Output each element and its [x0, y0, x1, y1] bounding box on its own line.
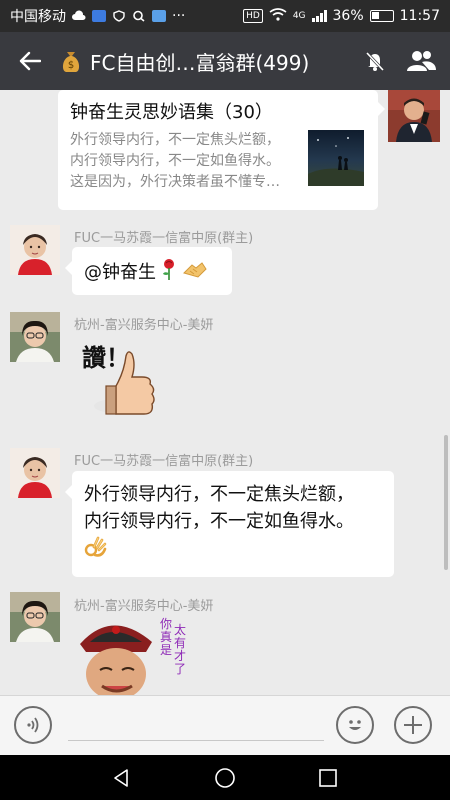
- chat-header: $ FC自由创…富翁群(499): [0, 32, 450, 90]
- rose-emoji-icon: [160, 258, 178, 285]
- handshake-emoji-icon: [182, 259, 208, 284]
- sticker-caption: 你真是: [160, 617, 173, 657]
- chat-scrollbar[interactable]: [444, 435, 448, 570]
- message-bubble[interactable]: @钟奋生: [65, 247, 232, 295]
- money-bag-icon: $: [60, 49, 82, 73]
- triangle-back-icon: [113, 768, 128, 787]
- mute-button[interactable]: [352, 32, 398, 90]
- emoji-button[interactable]: [336, 706, 374, 744]
- network-type-label: 4G: [292, 11, 306, 21]
- svg-text:$: $: [68, 60, 74, 71]
- signal-icon: [311, 10, 327, 22]
- shield-icon: [112, 10, 126, 22]
- message-text: @钟奋生: [84, 262, 156, 283]
- voice-wave-icon: [27, 717, 39, 733]
- battery-icon: [369, 10, 394, 22]
- sender-name: FUC一马苏霞一信富中原(群主): [74, 454, 254, 469]
- ok-hand-emoji-icon: [84, 535, 382, 561]
- mute-bell-icon: [365, 51, 385, 72]
- link-card-thumbnail: [308, 130, 364, 186]
- sender-avatar[interactable]: [10, 225, 60, 275]
- my-avatar[interactable]: [388, 90, 440, 142]
- sender-avatar[interactable]: [10, 448, 60, 498]
- plus-icon: [404, 716, 422, 734]
- link-card-description: 外行领导内行，不一定焦头烂额， 内行领导内行，不一定如鱼得水。 这是因为，外行决…: [70, 130, 295, 193]
- message-input[interactable]: [68, 740, 324, 741]
- nav-back-button[interactable]: [102, 758, 142, 798]
- back-button[interactable]: [0, 32, 60, 90]
- hd-badge: HD: [243, 9, 263, 23]
- gallery-icon: [152, 10, 166, 22]
- circle-home-icon: [215, 767, 235, 788]
- wifi-icon: [269, 7, 287, 25]
- message-list[interactable]: 钟奋生灵思妙语集（30） 外行领导内行，不一定焦头烂额， 内行领导内行，不一定如…: [0, 90, 450, 695]
- input-bar: [0, 695, 450, 755]
- group-members-button[interactable]: [398, 32, 444, 90]
- voice-input-button[interactable]: [14, 706, 52, 744]
- app-notification-icon: [92, 10, 106, 22]
- search-app-icon: [132, 10, 146, 22]
- cloud-icon: [72, 10, 86, 22]
- sticker-caption: 讚！: [82, 343, 130, 372]
- link-card-title: 钟奋生灵思妙语集（30）: [70, 102, 273, 123]
- talented-sticker[interactable]: 你真是 太有才了: [72, 612, 192, 695]
- message-text-line: 内行领导内行，不一定如鱼得水。: [84, 511, 354, 532]
- more-notifications-icon: ···: [172, 8, 186, 24]
- back-arrow-icon: [19, 51, 41, 71]
- more-actions-button[interactable]: [394, 706, 432, 744]
- clock: 11:57: [399, 8, 440, 24]
- chat-title: FC自由创…富翁群(499): [90, 50, 310, 75]
- sender-avatar[interactable]: [10, 592, 60, 642]
- carrier-label: 中国移动: [10, 9, 66, 25]
- nav-recents-button[interactable]: [308, 758, 348, 798]
- nav-home-button[interactable]: [205, 758, 245, 798]
- thumbs-up-sticker[interactable]: 讚！: [76, 334, 166, 424]
- sticker-caption: 太有才了: [174, 623, 187, 676]
- link-card-desc-line: 外行领导内行，不一定焦头烂额，: [70, 132, 280, 148]
- link-card-desc-line: 这是因为，外行决策者虽不懂专…: [70, 174, 280, 190]
- square-recents-icon: [319, 768, 338, 787]
- status-bar: 中国移动 ··· HD 4G 36% 11:57: [0, 0, 450, 32]
- group-people-icon: [407, 51, 436, 71]
- link-card-desc-line: 内行领导内行，不一定如鱼得水。: [70, 153, 280, 169]
- message-bubble[interactable]: 外行领导内行，不一定焦头烂额， 内行领导内行，不一定如鱼得水。: [65, 471, 394, 577]
- message-text-line: 外行领导内行，不一定焦头烂额，: [84, 484, 354, 505]
- sender-name: FUC一马苏霞一信富中原(群主): [74, 231, 254, 246]
- sender-name: 杭州-富兴服务中心-美妍: [74, 318, 214, 333]
- system-nav-bar: [0, 755, 450, 800]
- smiley-icon: [349, 720, 361, 730]
- sender-avatar[interactable]: [10, 312, 60, 362]
- battery-percent: 36%: [332, 8, 364, 24]
- link-card-message[interactable]: 钟奋生灵思妙语集（30） 外行领导内行，不一定焦头烂额， 内行领导内行，不一定如…: [58, 90, 385, 210]
